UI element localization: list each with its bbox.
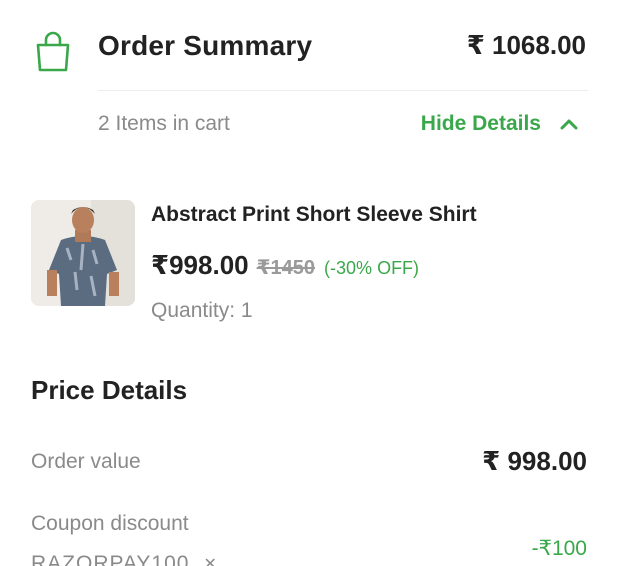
- product-name[interactable]: Abstract Print Short Sleeve Shirt: [151, 203, 477, 227]
- close-icon[interactable]: ✕: [203, 554, 216, 566]
- hide-details-label[interactable]: Hide Details: [421, 112, 541, 136]
- price-details-title: Price Details: [31, 375, 188, 405]
- product-price: ₹998.00: [151, 250, 249, 280]
- coupon-discount-value: -₹100: [531, 537, 587, 560]
- product-quantity: Quantity: 1: [151, 299, 253, 322]
- product-discount: (-30% OFF): [324, 258, 420, 278]
- order-value: ₹ 998.00: [482, 446, 587, 476]
- product-original-price: ₹1450: [256, 257, 316, 279]
- order-summary-title: Order Summary: [98, 30, 313, 61]
- order-value-label: Order value: [31, 450, 141, 473]
- product-price-row: ₹998.00 ₹1450 (-30% OFF): [151, 250, 419, 281]
- order-summary-header: Order Summary ₹ 1068.00: [0, 0, 617, 92]
- chevron-up-icon[interactable]: [559, 117, 579, 131]
- applied-coupon: RAZORPAY100 ✕: [31, 552, 217, 566]
- divider: [98, 90, 588, 91]
- coupon-code: RAZORPAY100: [31, 552, 190, 566]
- hide-details-toggle[interactable]: Hide Details: [421, 112, 579, 136]
- items-in-cart-count: 2 Items in cart: [98, 112, 230, 135]
- shopping-bag-icon: [36, 31, 70, 72]
- product-image: [31, 200, 135, 306]
- order-total: ₹ 1068.00: [466, 30, 586, 60]
- coupon-discount-label: Coupon discount: [31, 512, 189, 535]
